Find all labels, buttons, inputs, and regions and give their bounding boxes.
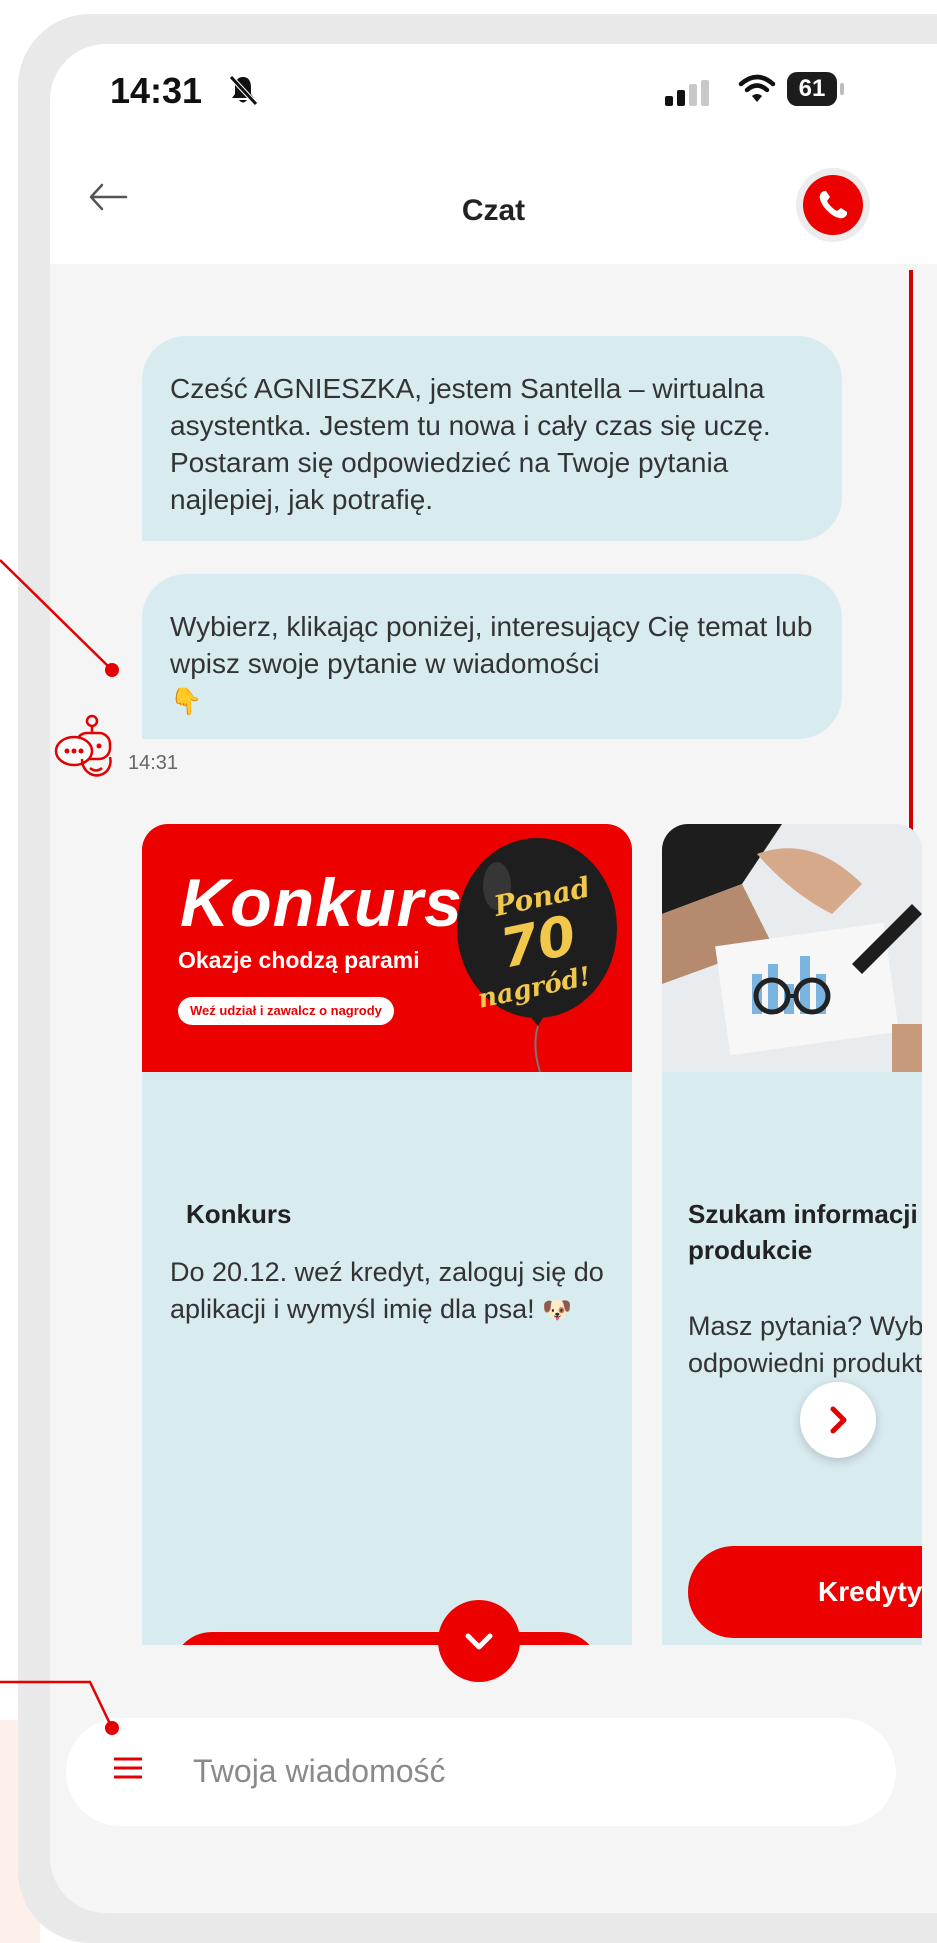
annotation-dot [105,1721,119,1735]
annotation-dot [105,663,119,677]
annotation-line-input [0,1680,114,1729]
annotation-line-message [0,559,113,671]
annotation-lines [0,559,119,1735]
